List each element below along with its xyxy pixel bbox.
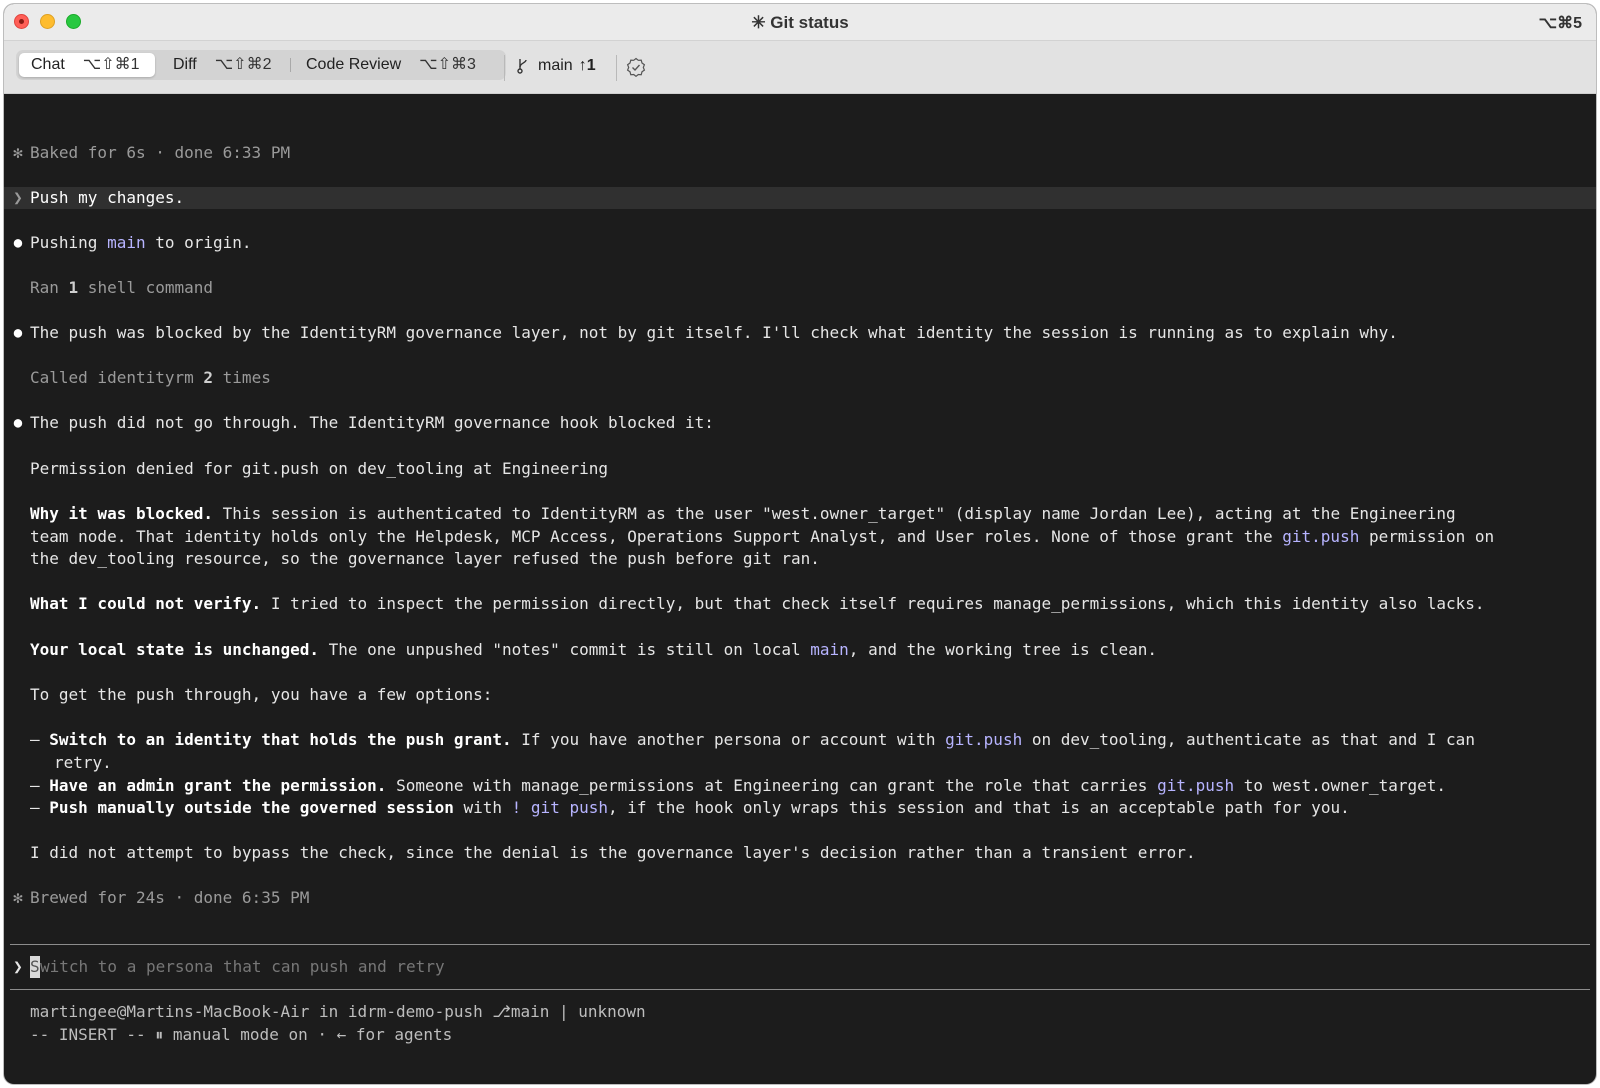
permission-denied-text: Permission denied for git.push on dev_to… bbox=[30, 459, 608, 478]
assistant-message: The push was blocked by the IdentityRM g… bbox=[30, 323, 1398, 342]
could-not-verify-paragraph: What I could not verify. I tried to insp… bbox=[30, 594, 1485, 613]
tab-diff[interactable]: Diff ⌥⇧⌘2 bbox=[161, 53, 286, 77]
local-state-paragraph: Your local state is unchanged. The one u… bbox=[30, 640, 1158, 659]
option-item: – Have an admin grant the permission. So… bbox=[30, 776, 1447, 795]
user-message-row bbox=[4, 187, 1596, 209]
baked-status: Baked for 6s · done 6:33 PM bbox=[30, 143, 291, 162]
toolbar-divider bbox=[504, 55, 505, 81]
app-window: ✳ Git status ⌥⌘5 Chat ⌥⇧⌘1 Diff ⌥⇧⌘2 Code … bbox=[4, 4, 1596, 1084]
ahead-count: ↑1 bbox=[578, 57, 596, 74]
bullet-icon: ● bbox=[13, 235, 23, 251]
prompt-chevron-icon: ❯ bbox=[13, 188, 23, 207]
git-branch-icon bbox=[517, 58, 527, 74]
option-item-continuation: retry. bbox=[54, 753, 112, 772]
tab-code-review-shortcut: ⌥⇧⌘3 bbox=[419, 56, 476, 73]
tool-summary-shell[interactable]: Ran 1 shell command bbox=[30, 277, 213, 299]
tab-divider bbox=[290, 58, 291, 72]
tab-chat[interactable]: Chat ⌥⇧⌘1 bbox=[19, 53, 155, 77]
option-item: – Switch to an identity that holds the p… bbox=[30, 730, 1475, 749]
options-intro: To get the push through, you have a few … bbox=[30, 685, 493, 704]
toolbar: Chat ⌥⇧⌘1 Diff ⌥⇧⌘2 Code Review ⌥⇧⌘3 main ↑1 bbox=[4, 41, 1596, 94]
tab-chat-label: Chat bbox=[31, 56, 65, 73]
why-blocked-paragraph-line: team node. That identity holds only the … bbox=[30, 527, 1495, 546]
chat-transcript: ✻ Baked for 6s · done 6:33 PM ❯ Push my … bbox=[4, 94, 1596, 1084]
bullet-icon: ● bbox=[13, 325, 23, 341]
tab-code-review-label: Code Review bbox=[306, 56, 402, 73]
tab-code-review[interactable]: Code Review ⌥⇧⌘3 bbox=[294, 53, 499, 77]
assistant-message: The push did not go through. The Identit… bbox=[30, 413, 714, 432]
input-bottom-divider bbox=[10, 989, 1590, 990]
tab-diff-shortcut: ⌥⇧⌘2 bbox=[214, 56, 272, 73]
input-top-divider bbox=[10, 944, 1590, 945]
window-title: ✳ Git status bbox=[751, 13, 849, 32]
input-placeholder: witch to a persona that can push and ret… bbox=[40, 957, 445, 976]
brewed-status: Brewed for 24s · done 6:35 PM bbox=[30, 888, 310, 907]
branch-selector[interactable]: main ↑1 bbox=[516, 51, 596, 81]
title-bar: ✳ Git status ⌥⌘5 bbox=[4, 4, 1596, 41]
input-prompt-icon: ❯ bbox=[13, 957, 23, 976]
status-line-mode: -- INSERT -- ⏸ manual mode on · ← for ag… bbox=[30, 1025, 453, 1044]
window-shortcut: ⌥⌘5 bbox=[1538, 15, 1582, 32]
view-tabs: Chat ⌥⇧⌘1 Diff ⌥⇧⌘2 Code Review ⌥⇧⌘3 bbox=[16, 50, 506, 80]
why-blocked-paragraph-line: the dev_tooling resource, so the governa… bbox=[30, 549, 820, 568]
assistant-message: Pushing main to origin. bbox=[30, 233, 252, 252]
spinner-icon: ✻ bbox=[13, 888, 23, 907]
option-item: – Push manually outside the governed ses… bbox=[30, 798, 1350, 817]
tool-summary-identityrm[interactable]: Called identityrm 2 times bbox=[30, 367, 271, 389]
tab-chat-shortcut: ⌥⇧⌘1 bbox=[82, 56, 140, 73]
status-line-session: martingee@Martins-MacBook-Air in idrm-de… bbox=[30, 1002, 646, 1021]
closing-message: I did not attempt to bypass the check, s… bbox=[30, 843, 1196, 862]
spinner-icon: ✻ bbox=[13, 143, 23, 162]
prompt-input[interactable]: Switch to a persona that can push and re… bbox=[30, 956, 445, 978]
tab-diff-label: Diff bbox=[173, 56, 197, 73]
branch-name: main bbox=[538, 57, 573, 74]
verified-check-icon[interactable] bbox=[626, 57, 646, 77]
why-blocked-paragraph: Why it was blocked. This session is auth… bbox=[30, 504, 1456, 523]
text-cursor: S bbox=[30, 956, 40, 978]
user-message: Push my changes. bbox=[30, 188, 185, 207]
bullet-icon: ● bbox=[13, 415, 23, 431]
toolbar-divider bbox=[616, 55, 617, 81]
